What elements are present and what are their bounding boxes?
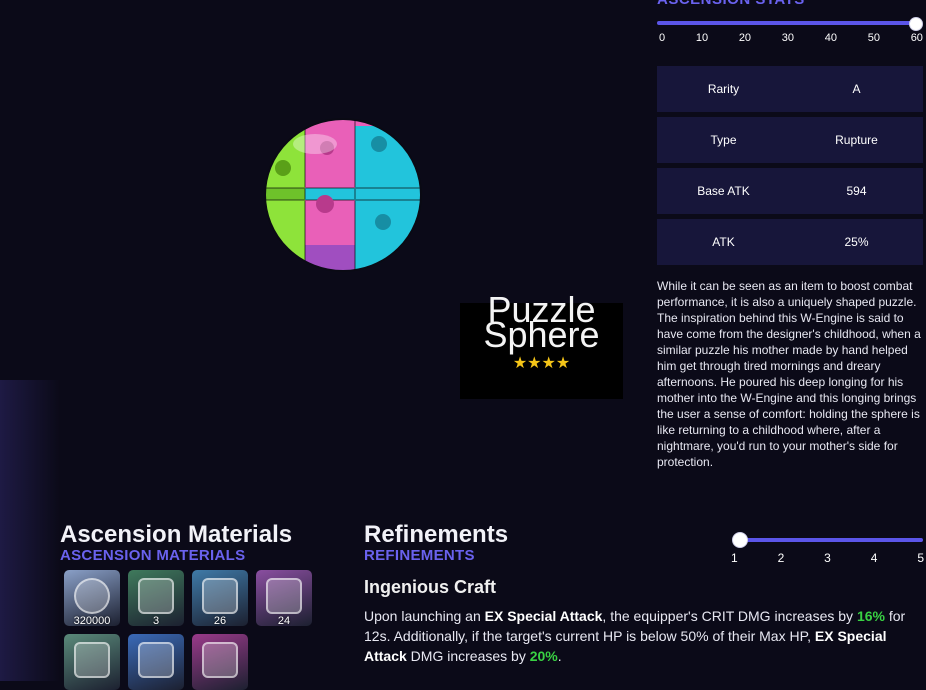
material-slot[interactable]: [128, 634, 184, 690]
material-slot[interactable]: 26: [192, 570, 248, 626]
slider-tick-label: 20: [738, 32, 752, 44]
material-count: 3: [152, 615, 160, 626]
refinement-slider-track[interactable]: [740, 538, 923, 542]
level-slider-ticks: 0 10 20 30 40 50 60: [659, 32, 923, 44]
refinement-slider-handle[interactable]: [732, 532, 748, 548]
pink-note-chip-icon: [266, 578, 302, 614]
slider-tick-label: 30: [781, 32, 795, 44]
stat-value: Rupture: [835, 133, 878, 147]
blue-note-chip-icon: [202, 578, 238, 614]
slider-tick-label: 2: [777, 551, 785, 565]
slider-tick-label: 0: [659, 32, 666, 44]
slider-tick-label: 60: [910, 32, 923, 44]
material-count: 24: [277, 615, 291, 626]
slider-tick-label: 3: [824, 551, 831, 565]
refinement-skill-name: Ingenious Craft: [364, 577, 497, 597]
ref-text-part: DMG increases by: [406, 648, 530, 664]
ascension-stats-title: ASCENSION STATS: [657, 0, 805, 8]
material-slot[interactable]: 320000: [64, 570, 120, 626]
ref-keyword: EX Special Attack: [484, 608, 603, 624]
ref-text-part: .: [557, 648, 562, 664]
material-slot[interactable]: [64, 634, 120, 690]
ref-text-part: Upon launching an: [364, 608, 485, 624]
stat-label: Rarity: [707, 82, 740, 96]
slider-tick-label: 5: [917, 551, 924, 565]
stat-value: A: [852, 82, 861, 96]
material-slot[interactable]: [192, 634, 248, 690]
material-count: 26: [213, 615, 227, 626]
stat-row-atk: ATK 25%: [657, 219, 923, 265]
stat-row-type: Type Rupture: [657, 117, 923, 163]
ascension-materials-subtitle: ASCENSION MATERIALS: [60, 547, 246, 564]
puzzle-sphere-image: [264, 118, 422, 272]
slider-tick-label: 10: [695, 32, 709, 44]
weapon-name-line2: Sphere: [483, 314, 600, 355]
slider-tick-label: 1: [731, 551, 738, 565]
ref-value: 20%: [529, 648, 558, 664]
slider-tick-label: 4: [870, 551, 878, 565]
stat-label: ATK: [712, 235, 735, 249]
ref-value: 16%: [856, 608, 885, 624]
green-drive-icon: [74, 642, 110, 678]
weapon-description: While it can be seen as an item to boost…: [657, 279, 921, 469]
refinements-title: Refinements: [364, 521, 509, 548]
green-note-chip-icon: [138, 578, 174, 614]
weapon-name-card: Puzzle Sphere ★★★★: [460, 292, 623, 399]
material-slot[interactable]: 24: [256, 570, 312, 626]
slider-tick-label: 50: [867, 32, 880, 44]
slider-tick-label: 40: [824, 32, 837, 44]
ascension-materials-title: Ascension Materials: [60, 521, 293, 548]
blue-drive-icon: [138, 642, 174, 678]
refinements-subtitle: REFINEMENTS: [364, 547, 475, 564]
stat-value: 594: [846, 184, 867, 198]
ref-text-part: , the equipper's CRIT DMG increases by: [602, 608, 857, 624]
material-slot[interactable]: 3: [128, 570, 184, 626]
level-slider-track[interactable]: [657, 21, 917, 25]
refinement-slider-ticks: 1 2 3 4 5: [731, 551, 924, 565]
material-count: 320000: [73, 615, 111, 626]
background-glow: [0, 380, 60, 681]
stat-row-rarity: Rarity A: [657, 66, 923, 112]
level-slider-handle[interactable]: [909, 17, 923, 31]
refinement-description: Upon launching an EX Special Attack, the…: [364, 606, 924, 666]
stat-row-base-atk: Base ATK 594: [657, 168, 923, 214]
stat-value: 25%: [844, 235, 869, 249]
dennies-coin-icon: [74, 578, 110, 614]
pink-drive-icon: [202, 642, 238, 678]
rarity-stars: ★★★★: [512, 355, 571, 372]
stat-label: Base ATK: [697, 184, 750, 198]
stat-label: Type: [710, 133, 737, 147]
